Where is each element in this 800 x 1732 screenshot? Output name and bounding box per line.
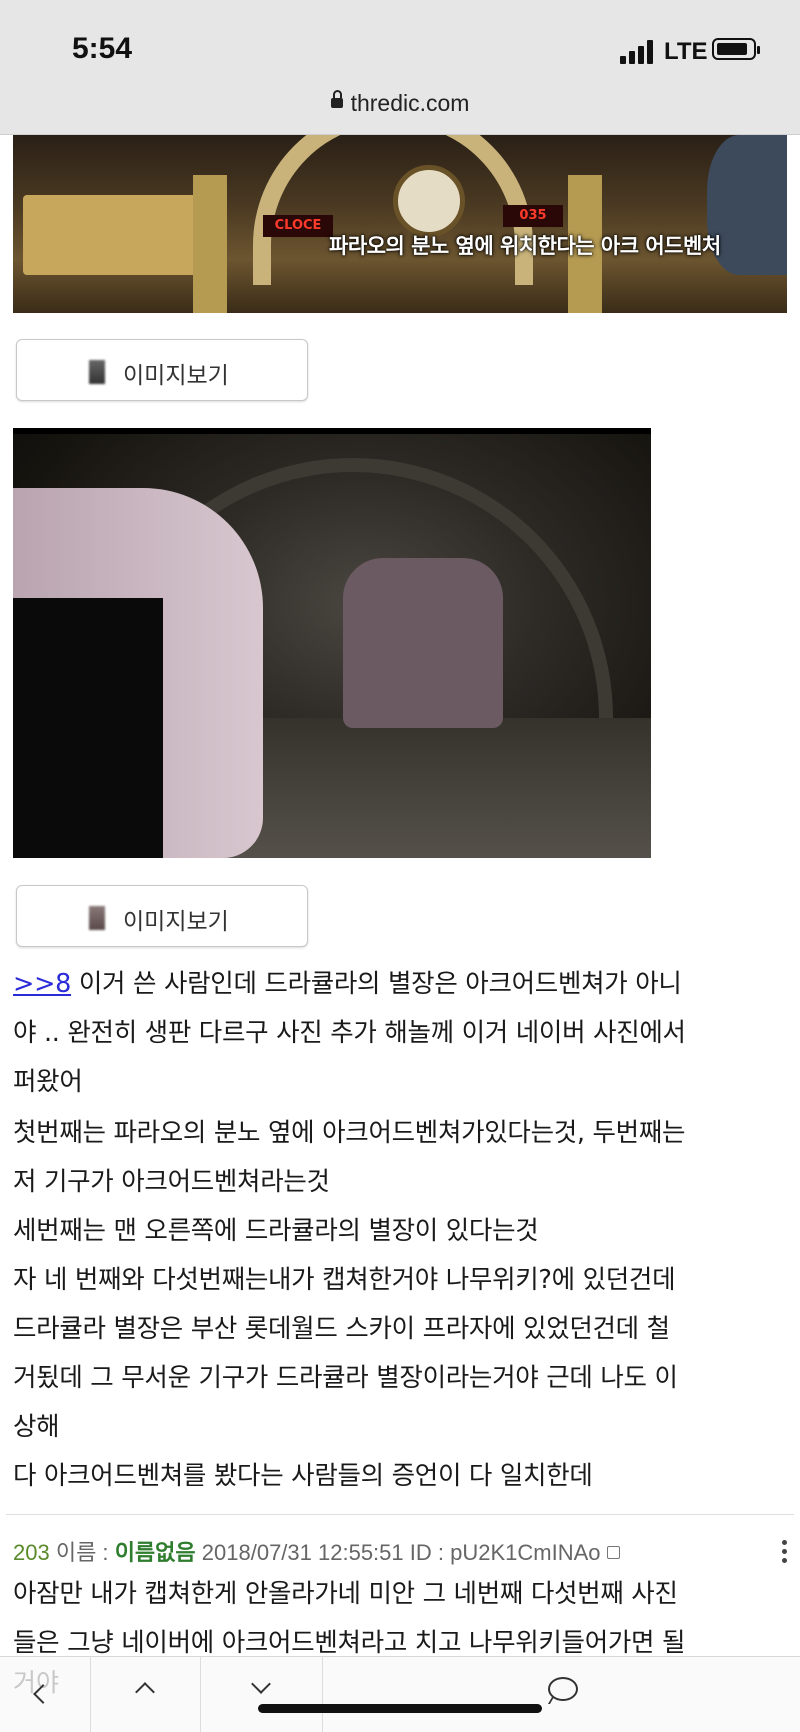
reply-line: 아잠만 내가 캡쳐한게 안올라가네 미안 그 네번째 다섯번째 사진 [13,1579,678,1609]
reply-datetime: 2018/07/31 12:55:51 [201,1540,404,1565]
scroll-up-button[interactable] [90,1657,201,1732]
home-indicator [258,1704,542,1713]
comment-button[interactable] [522,1657,602,1732]
image-sign-right: 035 [503,205,563,227]
post-line: 퍼왔어 [13,1067,83,1097]
signal-icon [620,40,656,64]
up-icon [135,1682,155,1702]
reply-meta: 203 이름 : 이름없음 2018/07/31 12:55:51 ID : p… [13,1535,620,1567]
post-image-ark-adventure: CLOCE 035 파라오의 분노 옆에 위치한다는 아크 어드벤처 [13,135,787,313]
image-thumbnail-icon [89,906,105,930]
reply-author: 이름없음 [114,1540,196,1565]
bottom-toolbar: 거야 [0,1656,800,1732]
post-image-tunnel-ride [13,428,651,858]
image-thumbnail-icon [89,360,105,384]
battery-icon [712,38,760,60]
view-image-button[interactable]: 이미지보기 [16,885,308,947]
post-line: >>8 이거 쓴 사람인데 드라큘라의 별장은 아크어드벤쳐가 아니 [13,969,682,999]
back-icon [33,1684,53,1704]
lock-icon [330,89,343,108]
image-caption: 파라오의 분노 옆에 위치한다는 아크 어드벤처 [329,234,721,258]
more-options-icon[interactable] [782,1540,788,1567]
post-line: 다 아크어드벤쳐를 봤다는 사람들의 증언이 다 일치한데 [13,1461,593,1491]
comment-icon [548,1677,578,1701]
status-time: 5:54 [72,32,133,65]
post-line: 저 기구가 아크어드벤쳐라는것 [13,1167,330,1197]
id-label: ID : [409,1540,444,1565]
post-divider [6,1514,794,1515]
post-line: 거됬데 그 무서운 기구가 드라큘라 별장이라는거야 근데 나도 이 [13,1363,678,1393]
post-line: 상해 [13,1412,60,1442]
network-type: LTE [664,38,708,65]
copy-icon[interactable] [606,1545,620,1559]
scroll-down-button[interactable] [200,1657,323,1732]
post-line: 자 네 번째와 다섯번째는내가 캡쳐한거야 나무위키?에 있던건데 [13,1265,676,1295]
reply-number[interactable]: 203 [13,1540,50,1565]
reply-link[interactable]: >>8 [13,969,71,999]
post-line: 첫번째는 파라오의 분노 옆에 아크어드벤쳐가있다는것, 두번째는 [13,1118,686,1148]
down-icon [251,1674,271,1694]
url-text: thredic.com [350,90,470,116]
post-line: 세번째는 맨 오른쪽에 드라큘라의 별장이 있다는것 [13,1216,539,1246]
name-label: 이름 : [55,1540,109,1565]
reply-id: pU2K1CmINAo [450,1540,601,1565]
browser-top-bar: 5:54 LTE thredic.com [0,0,800,135]
view-image-label: 이미지보기 [123,363,229,389]
clock-graphic [393,165,465,237]
address-bar[interactable]: thredic.com [0,89,800,117]
post-line: 야 .. 완전히 생판 다르구 사진 추가 해놀께 이거 네이버 사진에서 [13,1018,686,1048]
back-button[interactable] [0,1657,91,1732]
post-line: 드라큘라 별장은 부산 롯데월드 스카이 프라자에 있었던건데 철 [13,1314,670,1344]
view-image-button[interactable]: 이미지보기 [16,339,308,401]
view-image-label: 이미지보기 [123,909,229,935]
image-sign-left: CLOCE [263,215,333,237]
